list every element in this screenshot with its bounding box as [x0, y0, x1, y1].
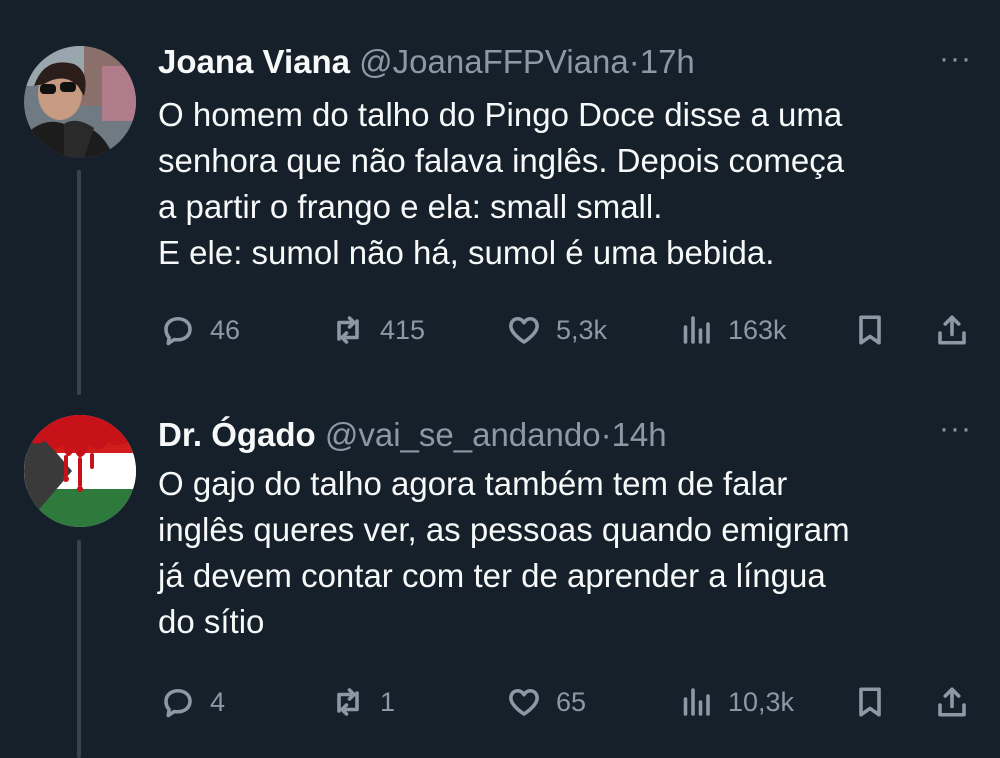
tweet-text-line: O homem do talho do Pingo Doce disse a u… — [158, 96, 843, 133]
avatar-photo — [24, 46, 136, 158]
tweet[interactable]: Joana Viana @JoanaFFPViana·17h ··· O hom… — [0, 0, 1000, 395]
reply-count: 46 — [210, 314, 241, 345]
bookmark-icon — [859, 315, 881, 345]
retweet-icon — [337, 316, 359, 344]
like-button[interactable]: 5,3k — [506, 310, 607, 350]
like-count: 65 — [556, 686, 587, 717]
reply-icon — [164, 316, 192, 346]
like-button[interactable]: 65 — [506, 682, 586, 722]
tweet-text-line: inglês queres ver, as pessoas quando emi… — [158, 511, 850, 548]
share-button[interactable] — [934, 310, 970, 350]
retweet-count: 415 — [380, 314, 426, 345]
tweet-text-line: do sítio — [158, 603, 265, 640]
views-icon — [683, 316, 710, 344]
like-count: 5,3k — [556, 314, 608, 345]
separator-dot: · — [600, 416, 612, 453]
tweet[interactable]: Dr. Ógado @vai_se_andando·14h ··· O gajo… — [0, 395, 1000, 758]
views-button[interactable]: 163k — [678, 310, 787, 350]
retweet-button[interactable]: 1 — [330, 682, 395, 722]
retweet-count: 1 — [380, 686, 396, 717]
tweet-text-line: senhora que não falava inglês. Depois co… — [158, 142, 845, 179]
retweet-icon — [337, 688, 359, 716]
views-icon — [683, 688, 710, 716]
reply-count: 4 — [210, 686, 226, 717]
action-bar: 4 1 65 10,3k — [158, 682, 978, 722]
reply-icon — [164, 688, 192, 718]
more-options-icon[interactable]: ··· — [939, 412, 972, 446]
user-handle[interactable]: @vai_se_andando — [325, 416, 601, 453]
bookmark-icon — [859, 687, 881, 717]
separator-dot: · — [628, 43, 640, 80]
share-button[interactable] — [934, 682, 970, 722]
thread-line — [77, 540, 81, 758]
heart-icon — [509, 688, 539, 716]
tweet-text-line: O gajo do talho agora também tem de fala… — [158, 465, 788, 502]
display-name[interactable]: Dr. Ógado — [158, 416, 316, 453]
heart-icon — [509, 316, 539, 344]
tweet-text-line: a partir o frango e ela: small small. — [158, 188, 663, 225]
views-button[interactable]: 10,3k — [678, 682, 794, 722]
bookmark-button[interactable] — [852, 682, 888, 722]
share-icon — [938, 315, 966, 345]
bookmark-button[interactable] — [852, 310, 888, 350]
timestamp[interactable]: 14h — [612, 416, 667, 453]
views-count: 10,3k — [728, 686, 795, 717]
timestamp[interactable]: 17h — [640, 43, 695, 80]
display-name[interactable]: Joana Viana — [158, 43, 350, 80]
tweet-text: O gajo do talho agora também tem de fala… — [158, 461, 978, 645]
reply-button[interactable]: 4 — [160, 682, 225, 722]
reply-button[interactable]: 46 — [160, 310, 240, 350]
thread-line — [77, 170, 81, 395]
action-bar: 46 415 5,3k 163k — [158, 310, 978, 350]
avatar[interactable] — [24, 46, 136, 158]
retweet-button[interactable]: 415 — [330, 310, 425, 350]
tweet-text-line: já devem contar com ter de aprender a lí… — [158, 557, 826, 594]
tweet-text-line: E ele: sumol não há, sumol é uma bebida. — [158, 234, 775, 271]
tweet-header: Dr. Ógado @vai_se_andando·14h — [158, 415, 667, 455]
views-count: 163k — [728, 314, 787, 345]
avatar-flag — [24, 415, 136, 527]
more-options-icon[interactable]: ··· — [939, 42, 972, 76]
user-handle[interactable]: @JoanaFFPViana — [359, 43, 629, 80]
avatar[interactable] — [24, 415, 136, 527]
share-icon — [938, 687, 966, 717]
tweet-text: O homem do talho do Pingo Doce disse a u… — [158, 92, 978, 276]
tweet-header: Joana Viana @JoanaFFPViana·17h — [158, 42, 695, 82]
